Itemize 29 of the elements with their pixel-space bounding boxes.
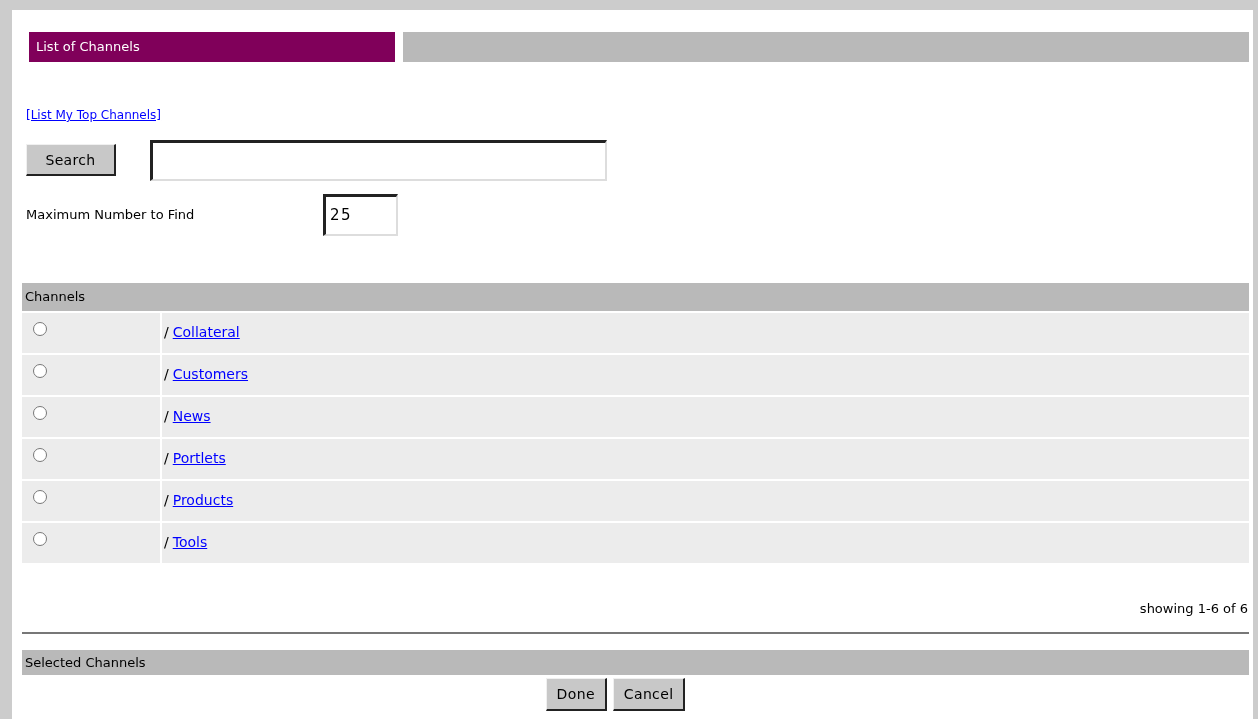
channel-link[interactable]: Collateral (172, 322, 240, 343)
max-number-label: Maximum Number to Find (26, 205, 196, 224)
channel-radio[interactable] (33, 363, 47, 378)
top-channels-link[interactable]: [List My Top Channels] (26, 108, 161, 122)
channel-link[interactable]: Tools (172, 532, 208, 553)
selected-channels-header: Selected Channels (22, 650, 1249, 675)
channel-radio[interactable] (33, 321, 47, 336)
search-button[interactable]: Search (26, 144, 116, 176)
max-number-field[interactable]: 25 (323, 193, 398, 236)
channel-link[interactable]: News (172, 406, 211, 427)
channel-link[interactable]: Customers (172, 364, 249, 385)
page-title: List of Channels (29, 32, 395, 62)
path-separator: / (164, 323, 169, 342)
path-separator: / (164, 533, 169, 552)
path-separator: / (164, 407, 169, 426)
path-separator: / (164, 491, 169, 510)
channel-radio[interactable] (33, 405, 47, 420)
channels-header: Channels (22, 282, 1249, 311)
search-field[interactable] (150, 139, 607, 181)
dialog-button[interactable]: Done (545, 678, 607, 711)
channel-radio[interactable] (33, 489, 47, 504)
channel-link[interactable]: Portlets (172, 448, 226, 469)
path-separator: / (164, 365, 169, 384)
path-separator: / (164, 449, 169, 468)
channel-radio[interactable] (33, 531, 47, 546)
dialog-button[interactable]: Cancel (612, 678, 686, 711)
result-count: showing 1-6 of 6 (1139, 599, 1248, 618)
channel-radio[interactable] (33, 447, 47, 462)
channel-link[interactable]: Products (172, 490, 234, 511)
